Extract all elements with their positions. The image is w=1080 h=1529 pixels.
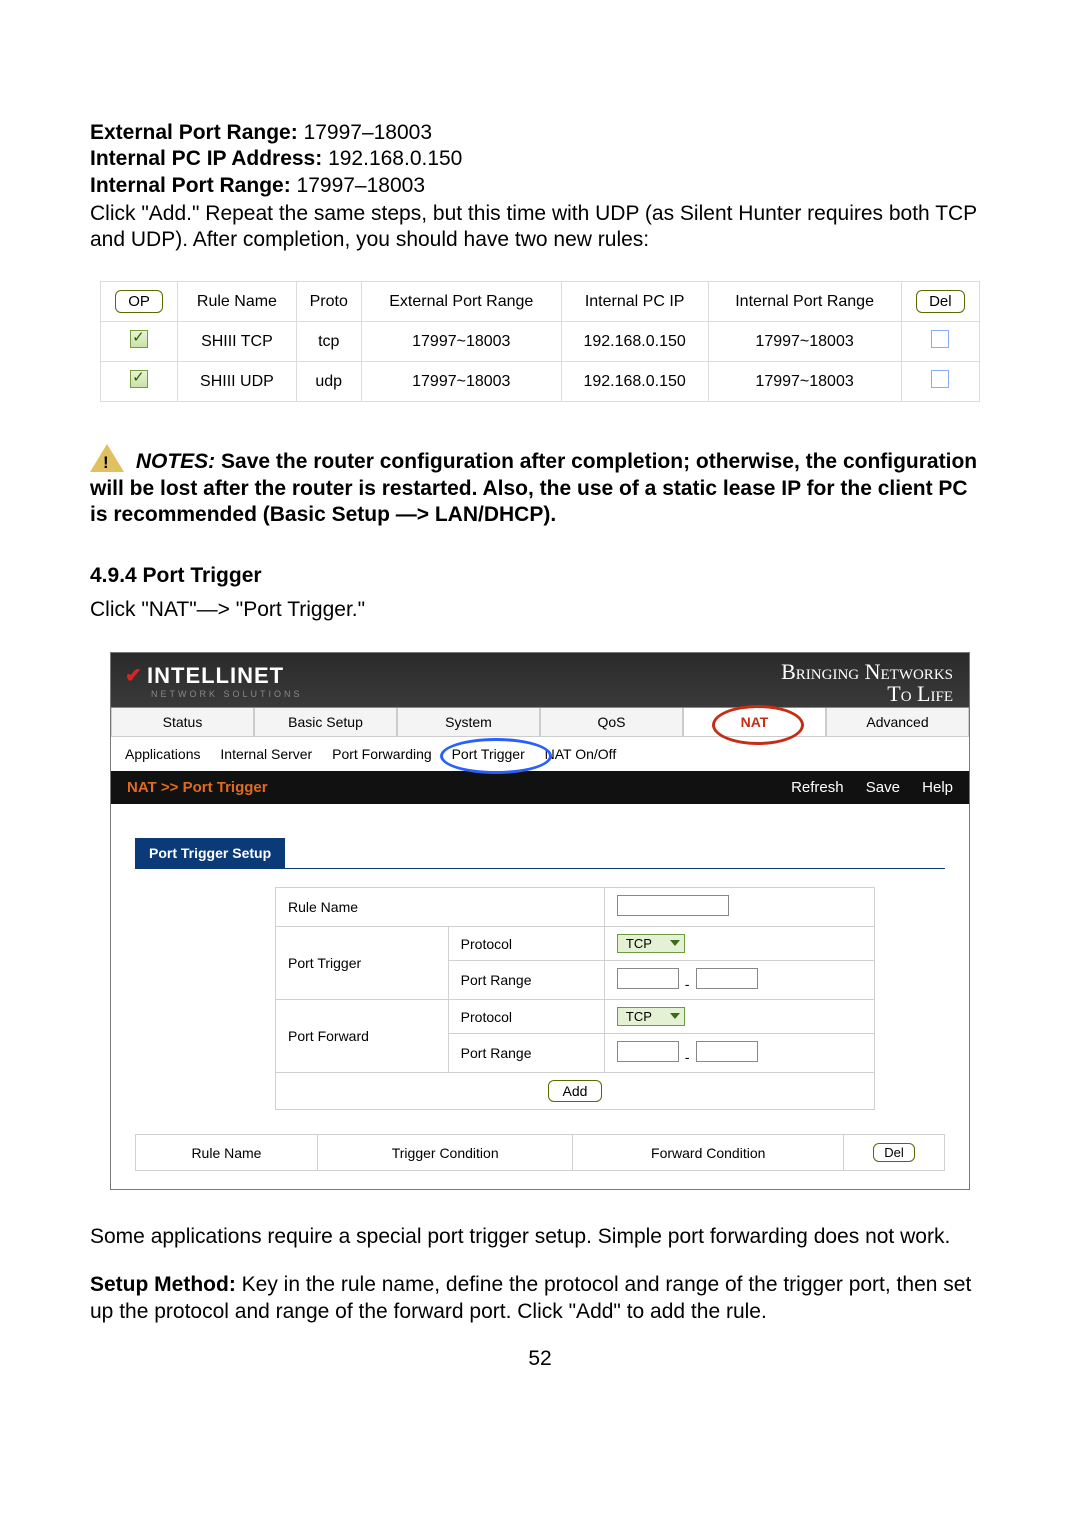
op-checkbox[interactable] <box>130 330 148 348</box>
proto-cell: udp <box>296 362 361 402</box>
form-protocol-label: Protocol <box>448 1000 604 1034</box>
form-protocol-label: Protocol <box>448 927 604 961</box>
intro-instructions: Click "Add." Repeat the same steps, but … <box>90 201 990 254</box>
section-instruction: Click "NAT"—> "Port Trigger." <box>90 598 990 622</box>
op-header-button[interactable]: OP <box>115 290 163 313</box>
col-proto: Proto <box>296 282 361 322</box>
subnav-port-trigger[interactable]: Port Trigger <box>452 746 525 762</box>
section-heading: 4.9.4 Port Trigger <box>90 564 990 588</box>
int-cell: 17997~18003 <box>708 362 901 402</box>
trigger-protocol-select[interactable]: TCP <box>617 934 685 953</box>
after-router-p1: Some applications require a special port… <box>90 1224 990 1250</box>
int-port-label: Internal Port Range: <box>90 174 291 197</box>
ip-value: 192.168.0.150 <box>322 147 462 170</box>
col-int: Internal Port Range <box>708 282 901 322</box>
page-number: 52 <box>90 1347 990 1371</box>
proto-cell: tcp <box>296 322 361 362</box>
subnav-applications[interactable]: Applications <box>125 746 201 762</box>
warning-icon <box>90 444 124 472</box>
logo-subtitle: NETWORK SOLUTIONS <box>151 689 303 699</box>
help-button[interactable]: Help <box>922 779 953 796</box>
logo: INTELLINET <box>125 663 284 689</box>
forward-range-from-input[interactable] <box>617 1041 679 1062</box>
notes-label: NOTES: <box>136 450 215 473</box>
result-col-forward: Forward Condition <box>573 1135 844 1171</box>
del-button[interactable]: Del <box>873 1143 915 1162</box>
del-header-button[interactable]: Del <box>916 290 965 313</box>
form-porttrigger-label: Port Trigger <box>276 927 449 1000</box>
int-cell: 17997~18003 <box>708 322 901 362</box>
forward-range-to-input[interactable] <box>696 1041 758 1062</box>
del-checkbox[interactable] <box>931 370 949 388</box>
rule-name-cell: SHIII TCP <box>178 322 296 362</box>
ext-port-value: 17997–18003 <box>298 121 432 144</box>
form-portrange-label: Port Range <box>448 961 604 1000</box>
tab-system[interactable]: System <box>397 708 540 736</box>
ext-cell: 17997~18003 <box>361 362 561 402</box>
add-button[interactable]: Add <box>548 1080 603 1102</box>
subnav: Applications Internal Server Port Forwar… <box>111 736 969 771</box>
tab-qos[interactable]: QoS <box>540 708 683 736</box>
table-row: SHIII TCP tcp 17997~18003 192.168.0.150 … <box>101 322 980 362</box>
ext-cell: 17997~18003 <box>361 322 561 362</box>
del-checkbox[interactable] <box>931 330 949 348</box>
int-port-value: 17997–18003 <box>291 174 425 197</box>
op-checkbox[interactable] <box>130 370 148 388</box>
trigger-range-from-input[interactable] <box>617 968 679 989</box>
subnav-internal-server[interactable]: Internal Server <box>220 746 312 762</box>
col-ip: Internal PC IP <box>561 282 708 322</box>
slogan: Bringing NetworksTo Life <box>781 661 953 705</box>
breadcrumb: NAT >> Port Trigger <box>127 779 268 796</box>
intro-block: External Port Range: 17997–18003 Interna… <box>90 120 990 253</box>
ip-label: Internal PC IP Address: <box>90 147 322 170</box>
logo-check-icon <box>125 667 143 685</box>
tab-status[interactable]: Status <box>111 708 254 736</box>
rule-name-cell: SHIII UDP <box>178 362 296 402</box>
tab-nat[interactable]: NAT <box>683 708 826 736</box>
ext-port-label: External Port Range: <box>90 121 298 144</box>
notes-block: NOTES: Save the router configuration aft… <box>90 444 990 528</box>
form-rulename-label: Rule Name <box>276 888 605 927</box>
rulename-input[interactable] <box>617 895 729 916</box>
forward-protocol-select[interactable]: TCP <box>617 1007 685 1026</box>
subnav-port-forwarding[interactable]: Port Forwarding <box>332 746 432 762</box>
ip-cell: 192.168.0.150 <box>561 362 708 402</box>
setup-method-label: Setup Method: <box>90 1273 236 1296</box>
tab-advanced[interactable]: Advanced <box>826 708 969 736</box>
rules-table: OP Rule Name Proto External Port Range I… <box>100 281 980 402</box>
panel-title: Port Trigger Setup <box>135 838 285 868</box>
save-button[interactable]: Save <box>866 779 900 796</box>
refresh-button[interactable]: Refresh <box>791 779 844 796</box>
main-tabs: Status Basic Setup System QoS NAT Advanc… <box>111 707 969 736</box>
tab-basic-setup[interactable]: Basic Setup <box>254 708 397 736</box>
result-col-rulename: Rule Name <box>136 1135 318 1171</box>
subnav-nat-onoff[interactable]: NAT On/Off <box>545 746 617 762</box>
form-portforward-label: Port Forward <box>276 1000 449 1073</box>
trigger-range-to-input[interactable] <box>696 968 758 989</box>
col-rulename: Rule Name <box>178 282 296 322</box>
col-ext: External Port Range <box>361 282 561 322</box>
form-portrange-label: Port Range <box>448 1034 604 1073</box>
router-screenshot: INTELLINET NETWORK SOLUTIONS Bringing Ne… <box>110 652 970 1190</box>
table-row: SHIII UDP udp 17997~18003 192.168.0.150 … <box>101 362 980 402</box>
result-col-trigger: Trigger Condition <box>317 1135 573 1171</box>
notes-text: Save the router configuration after comp… <box>90 450 977 526</box>
ip-cell: 192.168.0.150 <box>561 322 708 362</box>
